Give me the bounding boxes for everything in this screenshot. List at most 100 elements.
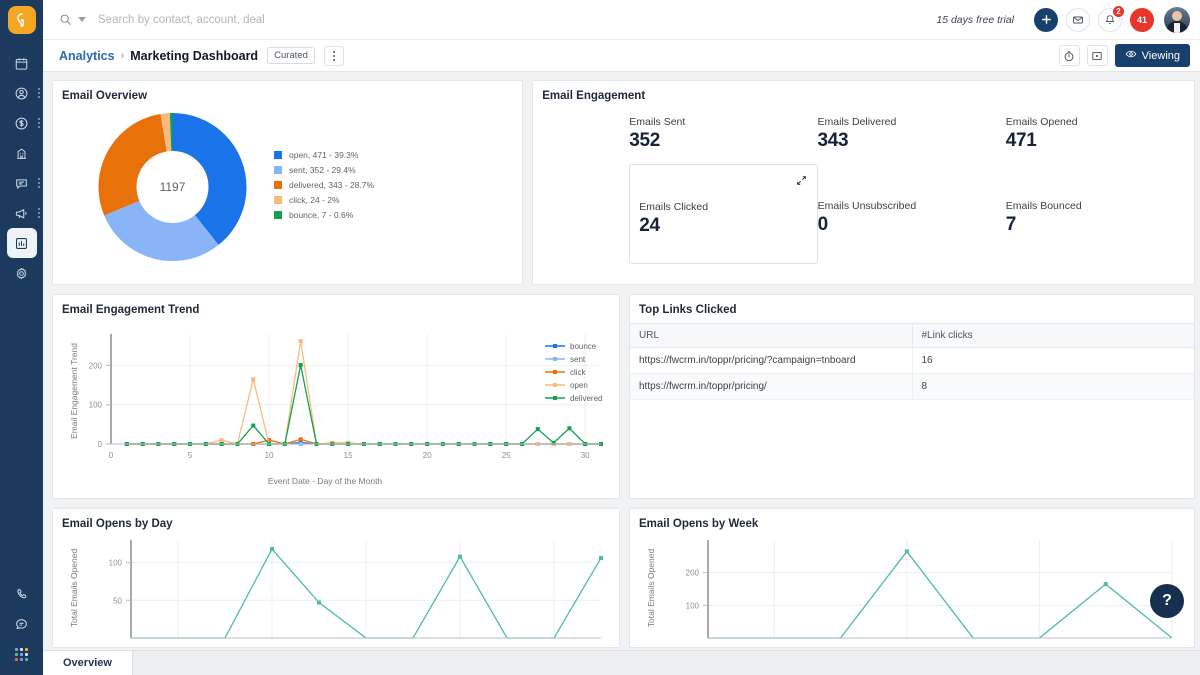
sidebar-item-contacts[interactable] <box>0 78 43 108</box>
legend-item[interactable]: click, 24 - 2% <box>274 195 374 205</box>
search-input[interactable] <box>98 14 398 26</box>
company-logo[interactable] <box>8 6 36 34</box>
notifications-badge: 2 <box>1112 5 1125 18</box>
sidebar-item-calendar[interactable] <box>0 48 43 78</box>
cell-url[interactable]: https://fwcrm.in/toppr/pricing/ <box>630 374 912 400</box>
card-title-email-overview: Email Overview <box>53 81 522 102</box>
sidebar-item-conversations[interactable] <box>0 168 43 198</box>
card-top-links-clicked: Top Links Clicked URL #Link clicks https… <box>629 294 1195 499</box>
table-header-row: URL #Link clicks <box>630 324 1194 348</box>
donut-chart[interactable]: 1197 <box>85 107 260 267</box>
expand-icon[interactable] <box>796 173 807 191</box>
kpi-label: Emails Clicked <box>639 201 816 213</box>
viewing-label: Viewing <box>1142 50 1180 62</box>
kpi-emails-clicked[interactable]: Emails Clicked 24 <box>629 164 817 264</box>
sidebar-item-deals[interactable] <box>0 108 43 138</box>
calendar-icon <box>7 48 37 78</box>
legend-item[interactable]: delivered, 343 - 28.7% <box>274 180 374 190</box>
svg-text:25: 25 <box>502 451 511 460</box>
cell-url[interactable]: https://fwcrm.in/toppr/pricing/?campaign… <box>630 348 912 374</box>
legend-item[interactable]: sent, 352 - 29.4% <box>274 165 374 175</box>
dashboard-row-2: Email Engagement Trend 01002000510152025… <box>52 294 1195 499</box>
legend-swatch-click <box>274 196 282 204</box>
legend-label-bounce: bounce, 7 - 0.6% <box>289 210 353 220</box>
kpi-label: Emails Opened <box>1006 116 1194 128</box>
breadcrumb-parent-link[interactable]: Analytics <box>59 49 115 63</box>
kpi-value: 0 <box>818 214 1006 236</box>
deals-icon <box>7 108 37 138</box>
search-icon[interactable] <box>59 13 72 26</box>
svg-text:30: 30 <box>581 451 590 460</box>
svg-text:0: 0 <box>98 440 103 449</box>
svg-text:100: 100 <box>89 401 103 410</box>
present-mode-icon[interactable] <box>1087 45 1108 66</box>
card-title-email-engagement: Email Engagement <box>533 81 1194 102</box>
sidebar-more-conversations[interactable] <box>38 178 40 188</box>
column-header-url[interactable]: URL <box>630 324 912 348</box>
dashboard-more-menu-button[interactable] <box>324 46 344 66</box>
column-header-clicks[interactable]: #Link clicks <box>912 324 1194 348</box>
table-row[interactable]: https://fwcrm.in/toppr/pricing/?campaign… <box>630 348 1194 374</box>
alerts-count-button[interactable]: 41 <box>1130 8 1154 32</box>
free-trial-label: 15 days free trial <box>936 14 1014 26</box>
contact-icon <box>7 78 37 108</box>
kpi-label: Emails Bounced <box>1006 200 1194 212</box>
kpi-value: 471 <box>1006 130 1194 152</box>
chat-bubble-icon <box>7 609 37 639</box>
svg-text:bounce: bounce <box>570 342 597 351</box>
legend-item[interactable]: bounce, 7 - 0.6% <box>274 210 374 220</box>
dashboard-tab-strip: Overview <box>43 650 1200 675</box>
dashboard-row-1: Email Overview <box>52 80 1195 285</box>
left-navigation-rail <box>0 0 43 675</box>
help-button[interactable]: ? <box>1150 584 1184 618</box>
email-opens-by-week-chart[interactable]: 100200 Total Emails Opened <box>630 530 1190 645</box>
sidebar-more-contacts[interactable] <box>38 88 40 98</box>
svg-text:200: 200 <box>686 569 700 578</box>
sidebar-item-settings[interactable] <box>0 258 43 288</box>
chat-icon <box>7 168 37 198</box>
add-button[interactable] <box>1034 8 1058 32</box>
sidebar-item-chat[interactable] <box>0 609 43 639</box>
cell-clicks: 8 <box>912 374 1194 400</box>
card-title-top-links-clicked: Top Links Clicked <box>630 295 1194 316</box>
email-engagement-trend-chart[interactable]: 0100200051015202530 bouncesentclickopend… <box>53 316 619 496</box>
notifications-button[interactable]: 2 <box>1098 8 1122 32</box>
card-email-opens-by-week: Email Opens by Week 100200 Total Emails … <box>629 508 1195 648</box>
kpi-emails-bounced[interactable]: Emails Bounced 7 <box>1006 164 1194 264</box>
kpi-emails-delivered[interactable]: Emails Delivered 343 <box>818 116 1006 152</box>
viewing-mode-button[interactable]: Viewing <box>1115 44 1190 67</box>
mail-button[interactable] <box>1066 8 1090 32</box>
dashboard-row-3: Email Opens by Day 50100 Total Emails Op… <box>52 508 1195 648</box>
refresh-timer-icon[interactable] <box>1059 45 1080 66</box>
eye-icon <box>1125 48 1137 63</box>
card-title-email-engagement-trend: Email Engagement Trend <box>53 295 619 316</box>
kpi-emails-sent[interactable]: Emails Sent 352 <box>629 116 817 152</box>
legend-item[interactable]: open, 471 - 39.3% <box>274 150 374 160</box>
sidebar-item-accounts[interactable] <box>0 138 43 168</box>
kpi-emails-opened[interactable]: Emails Opened 471 <box>1006 116 1194 152</box>
svg-text:open: open <box>570 381 588 390</box>
sidebar-item-apps[interactable] <box>0 639 43 669</box>
global-search[interactable] <box>59 13 936 26</box>
kpi-value: 352 <box>629 130 817 152</box>
day-y-axis-label: Total Emails Opened <box>69 549 79 628</box>
sidebar-item-phone[interactable] <box>0 579 43 609</box>
donut-legend: open, 471 - 39.3% sent, 352 - 29.4% deli… <box>274 150 374 225</box>
sidebar-more-marketing[interactable] <box>38 208 40 218</box>
legend-swatch-bounce <box>274 211 282 219</box>
kpi-emails-unsubscribed[interactable]: Emails Unsubscribed 0 <box>818 164 1006 264</box>
email-opens-by-day-chart[interactable]: 50100 Total Emails Opened <box>53 530 619 645</box>
kpi-label: Emails Sent <box>629 116 817 128</box>
tab-overview[interactable]: Overview <box>43 651 133 675</box>
card-title-email-opens-by-week: Email Opens by Week <box>630 509 1194 530</box>
legend-swatch-delivered <box>274 181 282 189</box>
avatar[interactable] <box>1164 7 1190 33</box>
sidebar-more-deals[interactable] <box>38 118 40 128</box>
search-scope-chevron-down-icon[interactable] <box>78 17 86 22</box>
svg-text:10: 10 <box>265 451 274 460</box>
kpi-value: 7 <box>1006 214 1194 236</box>
megaphone-icon <box>7 198 37 228</box>
sidebar-item-marketing[interactable] <box>0 198 43 228</box>
table-row[interactable]: https://fwcrm.in/toppr/pricing/ 8 <box>630 374 1194 400</box>
sidebar-item-analytics[interactable] <box>0 228 43 258</box>
